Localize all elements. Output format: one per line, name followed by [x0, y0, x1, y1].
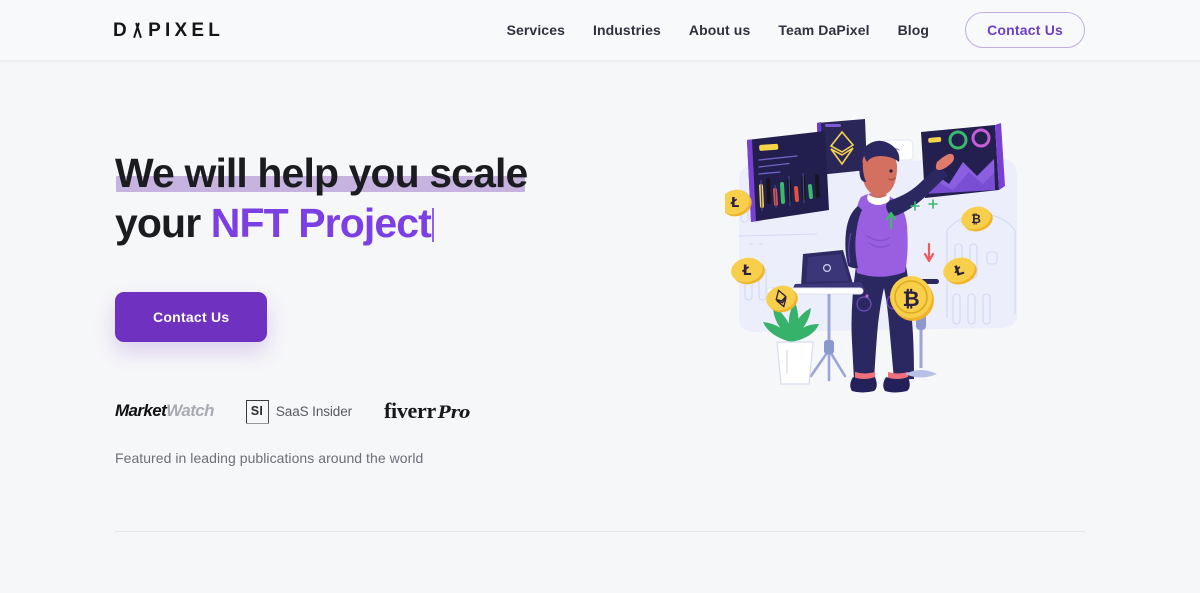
brand-logo-letter-a-icon	[131, 23, 144, 38]
hero-headline-accent-text: NFT Project	[210, 200, 432, 247]
svg-text:₿: ₿	[971, 212, 981, 226]
press-logo-fiverr-pro: fiverr Pro	[384, 398, 470, 424]
press-logo-saas-insider: SI SaaS Insider	[246, 400, 352, 423]
brand-logo[interactable]: D PIXEL	[113, 21, 224, 40]
svg-text:₿: ₿	[902, 287, 919, 311]
nav-link-about-us[interactable]: About us	[675, 22, 764, 38]
person-eye	[889, 169, 893, 173]
hero-headline: We will help you scale your NFT Project	[115, 148, 528, 248]
nav-link-team-dapixel[interactable]: Team DaPixel	[764, 22, 883, 38]
header-contact-us-button[interactable]: Contact Us	[965, 12, 1085, 48]
stand-clamp	[824, 340, 834, 354]
hero-headline-line-1: We will help you scale	[115, 148, 528, 198]
main-navigation: Services Industries About us Team DaPixe…	[493, 12, 1085, 48]
brand-logo-text-before-a: D	[113, 19, 131, 41]
nav-link-industries[interactable]: Industries	[579, 22, 675, 38]
nav-link-services[interactable]: Services	[493, 22, 579, 38]
typing-caret-icon	[431, 208, 434, 243]
right-shoe	[883, 377, 910, 393]
marketwatch-light-part: Watch	[166, 401, 214, 421]
nft-crypto-trader-illustration-svg: ₿ ₿ Ł Ł Ł	[725, 119, 1017, 393]
press-logos-row: MarketWatch SI SaaS Insider fiverr Pro	[115, 398, 675, 424]
hero-copy-column: We will help you scale your NFT Project …	[115, 60, 675, 562]
hero-contact-us-button[interactable]: Contact Us	[115, 292, 268, 343]
hero-headline-line-1-text: We will help you scale	[115, 150, 528, 196]
svg-text:Ł: Ł	[742, 263, 752, 279]
fiverr-wordmark: fiverr	[384, 398, 436, 424]
press-caption: Featured in leading publications around …	[115, 450, 424, 467]
svg-text:Ł: Ł	[730, 196, 739, 211]
fiverr-pro-suffix: Pro	[437, 403, 470, 424]
hero-headline-line-2-prefix: your	[115, 200, 211, 247]
left-shoe	[850, 377, 877, 393]
saas-insider-label: SaaS Insider	[275, 403, 353, 419]
marketwatch-bold-part: Market	[115, 401, 167, 421]
site-header: D PIXEL Services Industries About us Tea…	[0, 0, 1200, 60]
tripod-legs	[809, 348, 847, 382]
brand-logo-text-after-a: PIXEL	[148, 19, 225, 41]
hero-illustration: ₿ ₿ Ł Ł Ł	[675, 60, 1085, 562]
sparkle-dot	[865, 294, 869, 298]
plant-pot	[776, 341, 814, 385]
saas-insider-badge-icon: SI	[246, 400, 268, 423]
nav-link-blog[interactable]: Blog	[884, 22, 944, 38]
hero-headline-line-2: your NFT Project	[115, 198, 527, 248]
section-divider	[115, 531, 1085, 532]
press-logo-marketwatch: MarketWatch	[115, 401, 215, 421]
hero-section: We will help you scale your NFT Project …	[0, 60, 1200, 562]
